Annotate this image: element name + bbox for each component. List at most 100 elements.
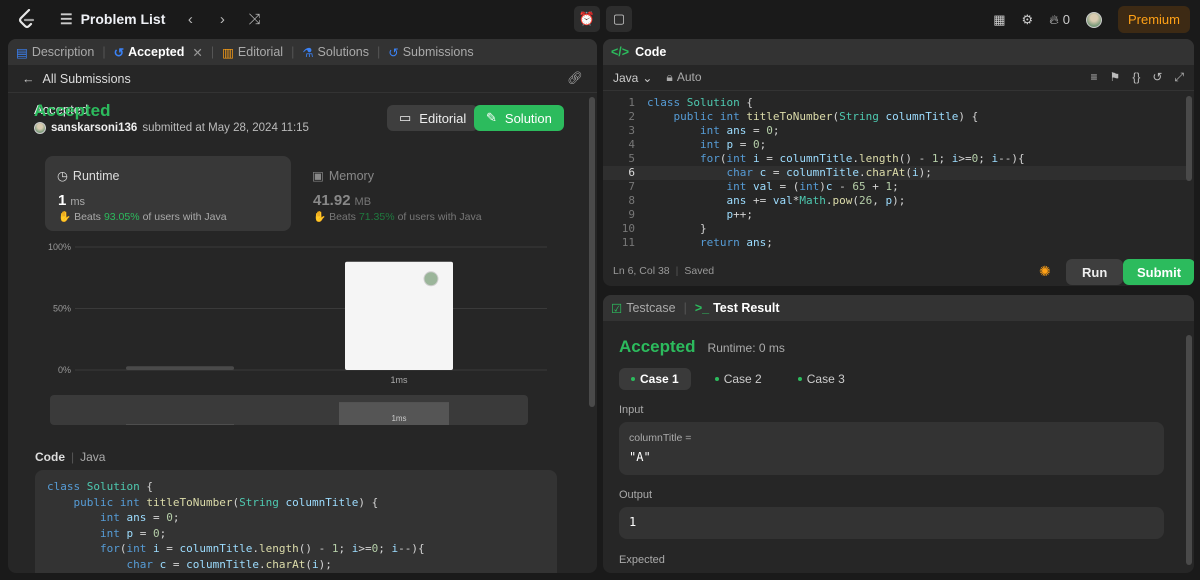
code-line: int p = 0; bbox=[99, 526, 167, 540]
line-code: public int titleToNumber(String columnTi… bbox=[673, 110, 979, 123]
case-tab[interactable]: Case 3 bbox=[786, 368, 857, 390]
code-line: char c = columnTitle.charAt(i); bbox=[126, 557, 332, 571]
case-label: Case 1 bbox=[640, 372, 679, 386]
submission-status-title: Accepted bbox=[34, 101, 111, 120]
editorial-button[interactable]: ▭ Editorial bbox=[387, 105, 479, 131]
input-label: Input bbox=[619, 404, 644, 416]
runtime-distribution-chart: 100% 50% 0% 1ms 1ms bbox=[48, 242, 547, 425]
streak-flame-counter[interactable]: 🔥︎ 0 bbox=[1049, 12, 1070, 28]
code-label: Code bbox=[35, 450, 65, 464]
reset-icon[interactable]: ↺ bbox=[1152, 70, 1162, 85]
expand-icon[interactable]: ⤢ bbox=[1174, 70, 1184, 85]
tab-accepted[interactable]: ↺ Accepted ✕ bbox=[114, 45, 203, 60]
code-header: Code | Java bbox=[35, 450, 106, 464]
notes-button[interactable]: ▢ bbox=[606, 6, 632, 32]
auto-toggle[interactable]: 🔒︎ Auto bbox=[666, 70, 701, 85]
line-code: class Solution { bbox=[647, 96, 753, 109]
editor-line: 1 class Solution { bbox=[603, 96, 1188, 110]
user-avatar[interactable] bbox=[1085, 11, 1102, 28]
runtime-card[interactable]: ◷ Runtime 1 ms ✋ Beats 93.05% of users wi… bbox=[45, 156, 291, 231]
flask-icon: ⚗ bbox=[302, 45, 314, 60]
run-button[interactable]: Run bbox=[1066, 259, 1124, 285]
tab-submissions-label: Submissions bbox=[402, 45, 474, 59]
code-language: Java bbox=[80, 450, 106, 464]
timer-button[interactable]: ⏰ bbox=[574, 6, 600, 32]
editor-code-area[interactable]: 1 class Solution {2 public int titleToNum… bbox=[603, 96, 1188, 250]
tab-test-result[interactable]: >_ Test Result bbox=[695, 301, 780, 315]
tab-solutions-label: Solutions bbox=[317, 45, 369, 59]
result-status-row: Accepted Runtime: 0 ms bbox=[619, 337, 785, 357]
close-tab-icon[interactable]: ✕ bbox=[192, 45, 202, 60]
format-icon[interactable]: ≡ bbox=[1091, 70, 1098, 85]
submit-button[interactable]: Submit bbox=[1123, 259, 1194, 285]
chip-icon: ▣ bbox=[312, 169, 324, 183]
memory-beats-pct: 71.35% bbox=[358, 210, 395, 223]
case-tab[interactable]: Case 2 bbox=[703, 368, 774, 390]
solution-button[interactable]: ✎ Solution bbox=[474, 105, 564, 131]
language-select[interactable]: Java ⌄ bbox=[613, 71, 652, 85]
line-code: int val = (int)c - 65 + 1; bbox=[726, 180, 899, 193]
settings-gear-icon[interactable]: ⚙ bbox=[1022, 12, 1034, 28]
link-icon[interactable]: 🔗︎ bbox=[567, 71, 583, 86]
braces-icon[interactable]: {} bbox=[1132, 70, 1140, 85]
tab-testcase[interactable]: ☑ Testcase bbox=[611, 301, 676, 316]
auto-label: Auto bbox=[676, 70, 702, 84]
left-scrollbar[interactable] bbox=[589, 97, 595, 407]
prev-problem-icon[interactable]: ‹ bbox=[179, 8, 201, 30]
submitter-avatar bbox=[34, 122, 46, 134]
book-icon: ▭ bbox=[399, 110, 412, 125]
pass-dot-icon bbox=[797, 377, 802, 381]
tab-description[interactable]: ▤ Description bbox=[16, 45, 94, 60]
case-tab[interactable]: Case 1 bbox=[619, 368, 691, 390]
leetcode-logo-icon[interactable] bbox=[16, 8, 38, 30]
all-submissions-link[interactable]: All Submissions bbox=[43, 72, 131, 86]
runtime-unit: ms bbox=[70, 196, 86, 208]
editor-scrollbar[interactable] bbox=[1186, 96, 1192, 181]
param-value[interactable]: "A" bbox=[629, 450, 1154, 464]
beats-hands-icon: ✋ bbox=[58, 211, 72, 223]
tab-editorial[interactable]: ▥ Editorial bbox=[222, 45, 283, 60]
cursor-position: Ln 6, Col 38 bbox=[613, 265, 670, 277]
y-tick-label: 100% bbox=[48, 242, 71, 252]
debug-bug-icon[interactable]: ✺ bbox=[1039, 263, 1051, 280]
next-problem-icon[interactable]: › bbox=[211, 8, 233, 30]
tab-solutions[interactable]: ⚗ Solutions bbox=[302, 45, 369, 60]
submitter-name[interactable]: sanskarsoni136 bbox=[51, 122, 137, 134]
input-box: columnTitle = "A" bbox=[619, 422, 1164, 475]
output-value: 1 bbox=[629, 515, 637, 529]
layout-grid-icon[interactable]: ▦ bbox=[993, 12, 1005, 28]
tab-submissions[interactable]: ↺ Submissions bbox=[388, 45, 473, 60]
save-status: Saved bbox=[684, 265, 715, 277]
premium-button[interactable]: Premium bbox=[1117, 6, 1190, 33]
top-bar: ☰ Problem List ‹ › ⤨ ⏰ ▢ ▦ ⚙ 🔥︎ 0 Premium bbox=[0, 0, 1200, 38]
editor-line: 10 } bbox=[603, 222, 1188, 236]
language-value: Java bbox=[613, 70, 639, 85]
editor-title: Code bbox=[635, 45, 667, 59]
memory-card[interactable]: ▣ Memory 41.92 MB ✋ Beats 71.35% of users… bbox=[300, 156, 546, 231]
line-code: char c = columnTitle.charAt(i); bbox=[726, 166, 932, 179]
shuffle-icon[interactable]: ⤨ bbox=[243, 8, 265, 30]
line-number: 3 bbox=[628, 124, 635, 137]
tab-test-result-label: Test Result bbox=[713, 301, 780, 315]
editor-line: 8 ans += val*Math.pow(26, p); bbox=[603, 194, 1188, 208]
back-arrow-icon[interactable]: ← bbox=[22, 72, 35, 86]
memory-beats-prefix: Beats bbox=[329, 210, 356, 223]
problem-list-button[interactable]: ☰ Problem List bbox=[60, 11, 165, 28]
memory-beats-suffix: of users with Java bbox=[397, 210, 482, 223]
runtime-beats-pct: 93.05% bbox=[103, 210, 140, 223]
pass-dot-icon bbox=[714, 377, 719, 381]
result-scrollbar[interactable] bbox=[1186, 335, 1192, 565]
line-code: for(int i = columnTitle.length() - 1; i>… bbox=[699, 152, 1025, 165]
line-number: 4 bbox=[628, 138, 635, 151]
line-code: return ans; bbox=[699, 236, 773, 249]
param-name: columnTitle = bbox=[629, 432, 692, 444]
left-tabs: ▤ Description | ↺ Accepted ✕ | ▥ Editorial |… bbox=[8, 39, 597, 65]
book-icon: ▥ bbox=[222, 45, 234, 60]
checkbox-icon: ☑ bbox=[611, 301, 623, 316]
history-icon: ↺ bbox=[388, 45, 399, 60]
editor-line: 9 p++; bbox=[603, 208, 1188, 222]
clock-icon: ◷ bbox=[57, 169, 68, 183]
beats-hands-icon: ✋ bbox=[313, 211, 327, 223]
bookmark-icon[interactable]: ⚑ bbox=[1110, 70, 1121, 85]
line-number: 8 bbox=[628, 194, 635, 207]
